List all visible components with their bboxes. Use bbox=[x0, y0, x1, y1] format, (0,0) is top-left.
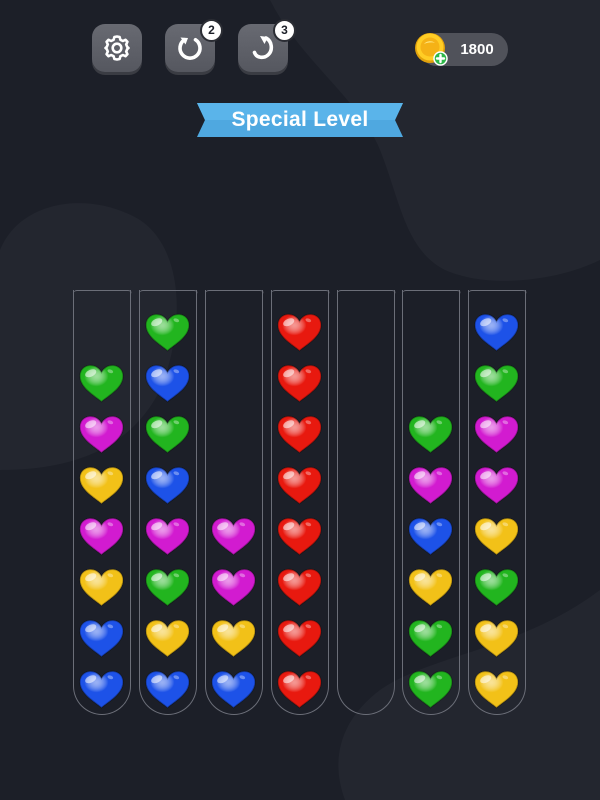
heart-ball-yellow bbox=[79, 568, 124, 607]
heart-ball-blue bbox=[79, 670, 124, 709]
heart-ball-red bbox=[277, 364, 322, 403]
heart-ball-magenta bbox=[145, 517, 190, 556]
coin-plus-icon bbox=[415, 33, 448, 66]
level-banner: Special Level bbox=[197, 102, 403, 138]
tube-1[interactable] bbox=[72, 290, 132, 715]
restart-button[interactable]: 2 bbox=[165, 19, 223, 72]
game-screen: 2 3 1800 Special Level bbox=[0, 0, 600, 800]
heart-ball-blue bbox=[211, 670, 256, 709]
tube-6[interactable] bbox=[401, 290, 461, 715]
heart-ball-yellow bbox=[474, 619, 519, 658]
heart-ball-red bbox=[277, 313, 322, 352]
settings-button[interactable] bbox=[92, 24, 142, 72]
heart-ball-green bbox=[474, 568, 519, 607]
coin-amount: 1800 bbox=[460, 41, 494, 58]
tube-3[interactable] bbox=[204, 290, 264, 715]
heart-ball-green bbox=[408, 619, 453, 658]
heart-ball-magenta bbox=[474, 466, 519, 505]
heart-ball-yellow bbox=[474, 517, 519, 556]
heart-ball-magenta bbox=[79, 415, 124, 454]
heart-ball-blue bbox=[145, 364, 190, 403]
heart-ball-blue bbox=[79, 619, 124, 658]
heart-ball-blue bbox=[145, 670, 190, 709]
tube-7[interactable] bbox=[467, 290, 527, 715]
heart-ball-green bbox=[145, 313, 190, 352]
restart-count-badge: 2 bbox=[200, 19, 223, 42]
heart-ball-green bbox=[408, 415, 453, 454]
heart-ball-blue bbox=[408, 517, 453, 556]
heart-ball-green bbox=[474, 364, 519, 403]
tube-2[interactable] bbox=[138, 290, 198, 715]
heart-ball-magenta bbox=[79, 517, 124, 556]
heart-ball-blue bbox=[474, 313, 519, 352]
heart-ball-green bbox=[145, 568, 190, 607]
heart-ball-yellow bbox=[211, 619, 256, 658]
undo-button[interactable]: 3 bbox=[238, 19, 296, 72]
heart-ball-magenta bbox=[408, 466, 453, 505]
heart-ball-red bbox=[277, 670, 322, 709]
heart-ball-yellow bbox=[79, 466, 124, 505]
level-title: Special Level bbox=[231, 108, 369, 131]
coin-counter[interactable]: 1800 bbox=[415, 33, 508, 66]
heart-ball-yellow bbox=[408, 568, 453, 607]
heart-ball-red bbox=[277, 619, 322, 658]
heart-ball-magenta bbox=[211, 517, 256, 556]
heart-ball-magenta bbox=[474, 415, 519, 454]
heart-ball-blue bbox=[145, 466, 190, 505]
gear-icon bbox=[104, 35, 130, 61]
heart-ball-green bbox=[145, 415, 190, 454]
undo-icon bbox=[252, 36, 274, 60]
tube-4[interactable] bbox=[270, 290, 330, 715]
heart-ball-magenta bbox=[211, 568, 256, 607]
heart-ball-red bbox=[277, 466, 322, 505]
heart-ball-red bbox=[277, 415, 322, 454]
undo-count-badge: 3 bbox=[273, 19, 296, 42]
heart-ball-green bbox=[79, 364, 124, 403]
heart-ball-yellow bbox=[145, 619, 190, 658]
heart-ball-green bbox=[408, 670, 453, 709]
heart-ball-red bbox=[277, 568, 322, 607]
restart-icon bbox=[178, 37, 202, 60]
tube-5[interactable] bbox=[336, 290, 396, 715]
heart-ball-yellow bbox=[474, 670, 519, 709]
heart-ball-red bbox=[277, 517, 322, 556]
